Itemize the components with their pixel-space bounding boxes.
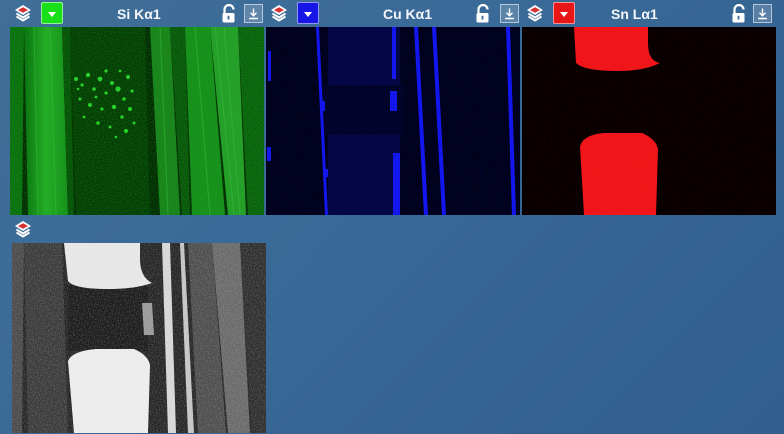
layers-icon[interactable] <box>268 3 290 23</box>
download-icon[interactable] <box>244 4 263 23</box>
color-dropdown-sn[interactable] <box>553 2 575 24</box>
unlock-icon[interactable] <box>220 3 238 24</box>
panel-title: Si Kα1 <box>117 6 161 22</box>
download-icon[interactable] <box>753 4 772 23</box>
si-element-map-image <box>10 27 264 215</box>
panel-header <box>10 217 264 243</box>
composite-panel <box>10 217 266 434</box>
layers-icon[interactable] <box>12 3 34 23</box>
panel-title: Cu Kα1 <box>383 6 433 22</box>
map-panel-si: Si Kα1 <box>10 0 264 216</box>
panel-header: Sn Lα1 <box>522 0 776 26</box>
layers-icon[interactable] <box>524 3 546 23</box>
unlock-icon[interactable] <box>730 3 748 24</box>
layers-icon[interactable] <box>12 219 34 239</box>
electron-image <box>12 243 266 433</box>
unlock-icon[interactable] <box>474 3 492 24</box>
map-panel-sn: Sn Lα1 <box>522 0 776 216</box>
download-icon[interactable] <box>500 4 519 23</box>
chevron-down-icon <box>304 11 312 17</box>
chevron-down-icon <box>48 11 56 17</box>
panel-header: Cu Kα1 <box>266 0 520 26</box>
sn-element-map-image <box>522 27 776 215</box>
color-dropdown-cu[interactable] <box>297 2 319 24</box>
color-dropdown-si[interactable] <box>41 2 63 24</box>
chevron-down-icon <box>560 11 568 17</box>
cu-element-map-image <box>266 27 520 215</box>
panel-header: Si Kα1 <box>10 0 264 26</box>
map-panel-cu: Cu Kα1 <box>266 0 520 216</box>
panel-title: Sn Lα1 <box>611 6 658 22</box>
